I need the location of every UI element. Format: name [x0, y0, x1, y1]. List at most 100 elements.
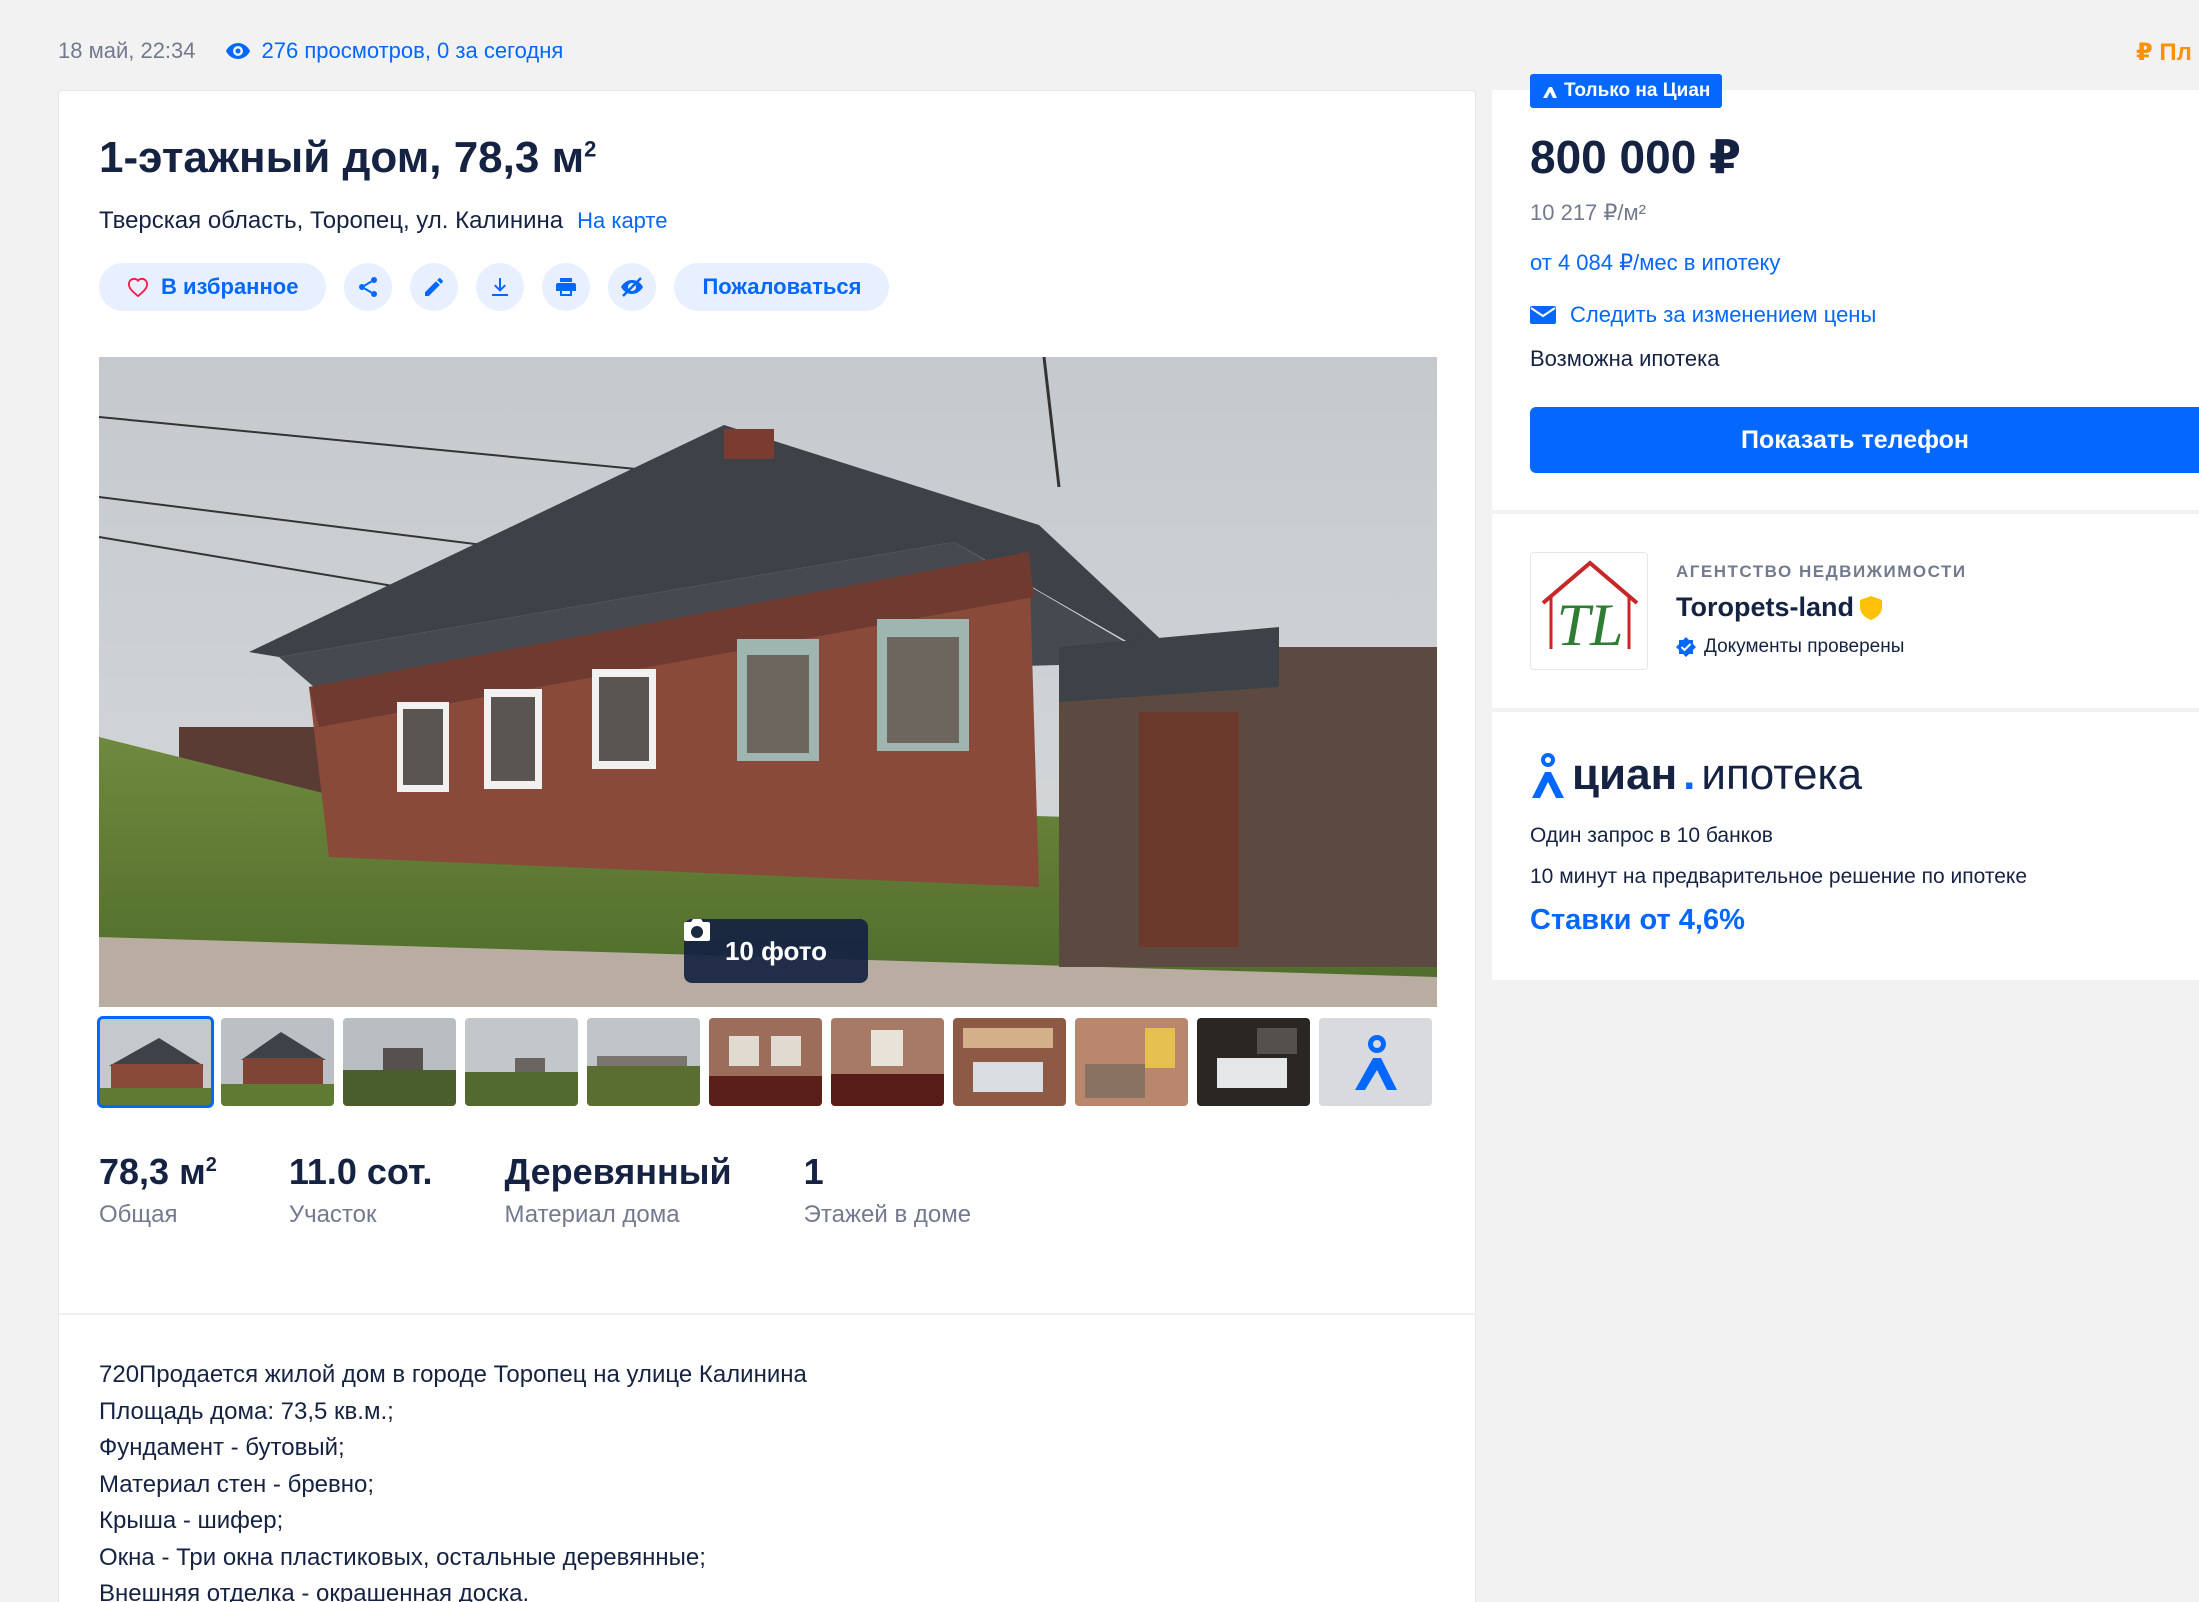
agency-name[interactable]: Toropets-land	[1676, 592, 1882, 623]
fact-label: Материал дома	[504, 1201, 680, 1228]
photo-count-label: 10 фото	[724, 935, 828, 966]
facts-row: 78,3 м2 Общая 11.0 сот. Участок Деревянн…	[99, 1151, 1043, 1229]
logo-dot: .	[1683, 750, 1696, 799]
agency-name-text: Toropets-land	[1676, 592, 1854, 622]
download-button[interactable]	[476, 263, 525, 311]
verified-label: Документы проверены	[1704, 636, 1905, 657]
divider	[59, 1313, 1477, 1315]
fact-label: Этажей в доме	[803, 1201, 972, 1228]
printer-icon	[556, 278, 577, 296]
complain-button[interactable]: Пожаловаться	[674, 263, 890, 311]
thumbnail-2[interactable]	[221, 1018, 334, 1106]
views-counter[interactable]: 276 просмотров, 0 за сегодня	[225, 38, 564, 64]
address-text: Тверская область, Торопец, ул. Калинина	[99, 207, 564, 234]
fact-material: Деревянный Материал дома	[505, 1151, 732, 1229]
pencil-icon	[425, 278, 444, 296]
watch-price-label: Следить за изменением цены	[1570, 302, 1877, 327]
camera-icon	[684, 919, 710, 941]
publish-date: 18 май, 22:34	[58, 38, 196, 63]
shield-icon	[1860, 595, 1882, 620]
description-line: Площадь дома: 73,5 кв.м.;	[99, 1397, 394, 1425]
thumbnail-6[interactable]	[709, 1018, 822, 1106]
agency-kind: АГЕНТСТВО НЕДВИЖИМОСТИ	[1676, 562, 1967, 581]
description: 720Продается жилой дом в городе Торопец …	[99, 1357, 807, 1602]
eye-icon	[225, 43, 250, 59]
mortgage-possible: Возможна ипотека	[1530, 346, 1720, 371]
eye-off-icon	[621, 277, 644, 297]
description-line: Фундамент - бутовый;	[99, 1434, 345, 1461]
only-badge-label: Только на Циан	[1564, 80, 1711, 101]
edit-note-button[interactable]	[410, 263, 459, 311]
thumbnail-7[interactable]	[831, 1018, 944, 1106]
show-phone-button[interactable]: Показать телефон	[1530, 407, 2199, 473]
fact-value-sup: 2	[205, 1154, 217, 1176]
cian-logo-icon	[1354, 1035, 1397, 1090]
fact-value: 11.0 сот.	[288, 1151, 433, 1192]
map-link[interactable]: На карте	[577, 208, 667, 234]
description-line: Крыша - шифер;	[99, 1507, 284, 1534]
thumbnail-1[interactable]	[97, 1016, 214, 1108]
thumbnail-4[interactable]	[465, 1018, 578, 1106]
fact-value: Деревянный	[504, 1151, 732, 1192]
fact-plot: 11.0 сот. Участок	[289, 1151, 433, 1229]
agency-logo-text: TL	[1557, 592, 1624, 658]
verified-status: Документы проверены	[1676, 636, 1904, 658]
description-line: Внешняя отделка - окрашенная доска.	[99, 1580, 530, 1602]
ipoteka-line-1: Один запрос в 10 банков	[1530, 824, 1773, 847]
breadcrumb	[58, 0, 1258, 8]
fact-label: Участок	[288, 1201, 377, 1228]
title-text: 1-этажный дом, 78,3 м	[99, 133, 585, 182]
favorite-button[interactable]: В избранное	[99, 263, 327, 311]
cian-mini-icon	[1543, 87, 1557, 98]
ipoteka-rate-link[interactable]: Ставки от 4,6%	[1530, 904, 1745, 937]
ipoteka-line-2: 10 минут на предварительное решение по и…	[1530, 865, 2027, 888]
fact-label: Общая	[99, 1201, 178, 1228]
listing-meta: 18 май, 22:34 276 просмотров, 0 за сегод…	[58, 38, 563, 64]
only-on-cian-badge: Только на Циан	[1530, 74, 1723, 108]
main-photo[interactable]: 10 фото	[99, 357, 1437, 1007]
mortgage-link[interactable]: от 4 084 ₽/мес в ипотеку	[1530, 250, 1780, 276]
hide-button[interactable]	[608, 263, 657, 311]
watch-price-link[interactable]: Следить за изменением цены	[1530, 302, 1876, 328]
action-bar: В избранное Пожаловаться	[99, 263, 890, 311]
thumbnail-8[interactable]	[953, 1018, 1066, 1106]
logo-main: циан	[1572, 750, 1678, 799]
download-icon	[492, 278, 509, 296]
verified-check-icon	[1676, 637, 1696, 657]
logo-sub: ипотека	[1701, 750, 1863, 799]
page-title: 1-этажный дом, 78,3 м2	[99, 133, 596, 183]
cian-map-thumbnail[interactable]	[1319, 1018, 1432, 1106]
photo-count-badge[interactable]: 10 фото	[684, 919, 868, 983]
print-button[interactable]	[542, 263, 591, 311]
share-button[interactable]	[344, 263, 393, 311]
offer-card: 1-этажный дом, 78,3 м2 Тверская область,…	[58, 90, 1477, 1602]
heart-icon	[127, 277, 149, 297]
envelope-icon	[1530, 306, 1556, 324]
fact-value: 78,3 м2	[99, 1151, 217, 1193]
price-card: 800 000 ₽ 10 217 ₽/м² от 4 084 ₽/мес в и…	[1492, 90, 2199, 510]
house-photo	[99, 357, 1437, 1007]
title-sup: 2	[584, 136, 597, 162]
thumbnail-10[interactable]	[1197, 1018, 1310, 1106]
fact-area: 78,3 м2 Общая	[99, 1151, 217, 1229]
thumbnail-5[interactable]	[587, 1018, 700, 1106]
agency-card: TL АГЕНТСТВО НЕДВИЖИМОСТИ Toropets-land …	[1492, 514, 2199, 708]
top-right-link[interactable]: ₽ Пл	[2136, 38, 2192, 67]
price-per-m2: 10 217 ₽/м²	[1530, 200, 1646, 225]
fact-floors: 1 Этажей в доме	[804, 1151, 971, 1229]
views-text: 276 просмотров, 0 за сегодня	[261, 38, 564, 63]
agency-logo[interactable]: TL	[1530, 552, 1648, 670]
share-icon	[359, 277, 378, 297]
thumbnail-9[interactable]	[1075, 1018, 1188, 1106]
description-line: Окна - Три окна пластиковых, остальные д…	[99, 1543, 706, 1571]
fact-value: 1	[803, 1151, 824, 1192]
description-line: 720Продается жилой дом в городе Торопец …	[99, 1361, 807, 1388]
thumbnail-3[interactable]	[343, 1018, 456, 1106]
price: 800 000 ₽	[1530, 131, 1742, 183]
address: Тверская область, Торопец, ул. Калинина …	[99, 207, 668, 235]
cian-logo-icon	[1532, 753, 1564, 798]
cian-ipoteka-card[interactable]: циан. ипотека Один запрос в 10 банков 10 …	[1492, 712, 2199, 980]
favorite-label: В избранное	[161, 274, 299, 299]
description-line: Материал стен - бревно;	[99, 1470, 375, 1498]
agency-logo-image: TL	[1541, 560, 1639, 658]
